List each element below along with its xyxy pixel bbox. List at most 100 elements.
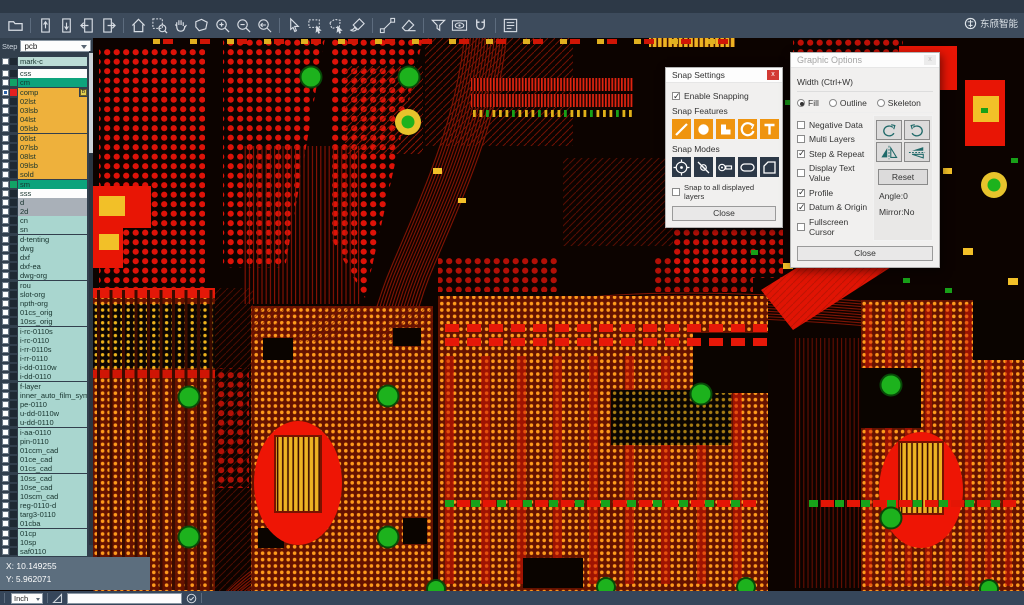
pan-icon[interactable]	[172, 17, 189, 34]
layer-row[interactable]: sold	[1, 170, 93, 179]
layer-visibility-checkbox[interactable]	[2, 511, 9, 518]
layer-visibility-checkbox[interactable]	[2, 539, 9, 546]
file-up-icon[interactable]	[37, 17, 54, 34]
layer-visibility-checkbox[interactable]	[2, 318, 9, 325]
layer-row[interactable]: 04lst	[1, 115, 93, 124]
option-checkbox[interactable]	[797, 189, 805, 197]
layer-visibility-checkbox[interactable]	[2, 530, 9, 537]
option-checkbox[interactable]	[797, 135, 805, 143]
eraser-icon[interactable]	[400, 17, 417, 34]
snap-line-button[interactable]	[672, 119, 691, 139]
layer-visibility-checkbox[interactable]	[2, 447, 9, 454]
layer-row[interactable]: i-rr-0110s	[1, 345, 93, 354]
close-icon[interactable]: x	[924, 55, 936, 65]
layer-visibility-checkbox[interactable]	[2, 548, 9, 555]
layer-row[interactable]: sn	[1, 225, 93, 234]
snap-key-button[interactable]	[716, 157, 735, 177]
layer-row[interactable]: 10se_cad	[1, 483, 93, 492]
layer-row[interactable]: sss	[1, 189, 93, 198]
width-radio-option[interactable]: Fill	[797, 98, 819, 108]
arc-icon[interactable]	[738, 120, 757, 139]
layer-visibility-checkbox[interactable]	[2, 429, 9, 436]
paint-icon[interactable]	[349, 17, 366, 34]
layer-visibility-checkbox[interactable]	[2, 272, 9, 279]
option-checkbox[interactable]	[797, 223, 805, 231]
snap-arc-button[interactable]	[738, 119, 757, 139]
layer-row[interactable]: cm	[1, 78, 93, 87]
layer-row[interactable]: sm	[1, 179, 93, 188]
graphic-option-row[interactable]: Datum & Origin	[797, 202, 873, 212]
layer-visibility-checkbox[interactable]	[2, 263, 9, 270]
layer-visibility-checkbox[interactable]	[2, 520, 9, 527]
layer-visibility-checkbox[interactable]	[2, 328, 9, 335]
graphic-option-row[interactable]: Negative Data	[797, 120, 873, 130]
enable-snapping-checkbox[interactable]	[672, 92, 680, 100]
layer-visibility-checkbox[interactable]	[2, 493, 9, 500]
graphic-option-row[interactable]: Display Text Value	[797, 163, 873, 183]
layer-scrollbar-thumb[interactable]	[89, 53, 93, 153]
zoom-out-icon[interactable]	[235, 17, 252, 34]
layer-row[interactable]: pin-0110	[1, 437, 93, 446]
layer-visibility-checkbox[interactable]	[2, 199, 9, 206]
layer-row[interactable]: i-dd-0110w	[1, 363, 93, 372]
layer-visibility-checkbox[interactable]	[2, 355, 9, 362]
radio-icon[interactable]	[877, 99, 885, 107]
layer-visibility-checkbox[interactable]	[2, 401, 9, 408]
layer-visibility-checkbox[interactable]	[2, 282, 9, 289]
snap-pad-button[interactable]	[694, 119, 713, 139]
layer-visibility-checkbox[interactable]	[2, 502, 9, 509]
layer-row[interactable]: u-dd-0110	[1, 418, 93, 427]
pad-icon[interactable]	[694, 120, 713, 139]
snap-center-button[interactable]	[672, 157, 691, 177]
select-polygon-icon[interactable]	[328, 17, 345, 34]
key-icon[interactable]	[716, 158, 735, 177]
graphic-option-row[interactable]: Profile	[797, 188, 873, 198]
graphic-dialog-header[interactable]: Graphic Options x	[791, 53, 939, 68]
layer-visibility-checkbox[interactable]	[2, 190, 9, 197]
layer-row[interactable]: mark-c	[1, 57, 93, 66]
option-checkbox[interactable]	[797, 121, 805, 129]
layer-visibility-checkbox[interactable]	[2, 58, 9, 65]
layer-row[interactable]: 01ce_cad	[1, 455, 93, 464]
corner-icon[interactable]	[716, 120, 735, 139]
layer-row[interactable]: cn	[1, 216, 93, 225]
snap-outline-button[interactable]	[760, 157, 779, 177]
file-back-icon[interactable]	[79, 17, 96, 34]
layer-visibility-checkbox[interactable]	[2, 144, 9, 151]
layer-row[interactable]: 08lst	[1, 152, 93, 161]
layer-row[interactable]: 05lsb	[1, 124, 93, 133]
layer-visibility-checkbox[interactable]	[2, 162, 9, 169]
layer-visibility-checkbox[interactable]	[2, 383, 9, 390]
layer-row[interactable]: 07lsb	[1, 143, 93, 152]
rotate-ccw-button[interactable]	[904, 120, 930, 140]
layer-row[interactable]: rou	[1, 281, 93, 290]
snap-text-button[interactable]	[760, 119, 779, 139]
layer-row[interactable]: i-dd-0110	[1, 372, 93, 381]
rotate-cw-icon[interactable]	[877, 122, 901, 139]
layer-row[interactable]: 01cs_cad	[1, 464, 93, 473]
zoom-window-icon[interactable]	[151, 17, 168, 34]
layer-row[interactable]: 01cba	[1, 519, 93, 528]
layer-row[interactable]: comp B	[1, 88, 93, 97]
layer-visibility-checkbox[interactable]	[2, 300, 9, 307]
layer-visibility-checkbox[interactable]	[2, 107, 9, 114]
mirror-horizontal-icon[interactable]	[877, 144, 901, 161]
layer-row[interactable]: slot-org	[1, 290, 93, 299]
layer-row[interactable]: 02lst	[1, 97, 93, 106]
layer-row[interactable]: 10scm_cad	[1, 492, 93, 501]
graphic-option-row[interactable]: Multi Layers	[797, 134, 873, 144]
layer-row[interactable]: i-rc-0110	[1, 336, 93, 345]
layer-row[interactable]: 10sp	[1, 538, 93, 547]
layer-visibility-checkbox[interactable]	[2, 226, 9, 233]
rotate-cw-button[interactable]	[876, 120, 902, 140]
layer-visibility-checkbox[interactable]	[2, 171, 9, 178]
layer-visibility-checkbox[interactable]	[2, 337, 9, 344]
layer-visibility-checkbox[interactable]	[2, 70, 9, 77]
layer-row[interactable]: d-tenting	[1, 235, 93, 244]
units-select[interactable]: Inch	[11, 593, 43, 604]
width-radio-option[interactable]: Outline	[829, 98, 867, 108]
select-icon[interactable]	[286, 17, 303, 34]
layer-visibility-checkbox[interactable]	[2, 484, 9, 491]
zoom-polygon-icon[interactable]	[193, 17, 210, 34]
layer-visibility-checkbox[interactable]	[2, 410, 9, 417]
